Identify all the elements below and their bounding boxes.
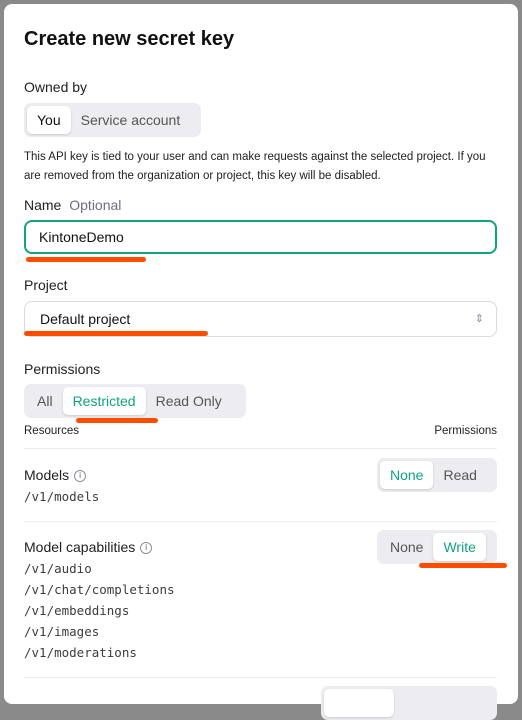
owned-by-service-account-option[interactable]: Service account — [71, 106, 191, 134]
row-divider — [24, 677, 497, 678]
table-header-divider — [24, 448, 497, 449]
owned-by-label: Owned by — [24, 79, 88, 95]
permissions-label: Permissions — [24, 361, 101, 377]
endpoint-path: /v1/models — [24, 489, 100, 504]
permissions-restricted-option[interactable]: Restricted — [62, 387, 146, 415]
annotation-underline — [76, 418, 158, 423]
name-optional-text: Optional — [69, 197, 122, 213]
owned-by-you-option[interactable]: You — [27, 106, 71, 134]
endpoint-path: /v1/embeddings — [24, 603, 130, 618]
endpoint-path: /v1/audio — [24, 561, 92, 576]
owned-by-toggle: You Service account — [24, 103, 201, 137]
annotation-underline — [24, 331, 208, 336]
name-input[interactable]: KintoneDemo — [24, 220, 497, 254]
endpoint-path: /v1/chat/completions — [24, 582, 175, 597]
models-none-option[interactable]: None — [380, 461, 434, 489]
next-permission-toggle — [321, 686, 497, 720]
create-secret-key-dialog: Create new secret key Owned by You Servi… — [4, 4, 518, 720]
next-permission-option[interactable] — [324, 689, 394, 717]
resources-column-header: Resources — [24, 425, 79, 437]
models-permission-toggle: None Read — [377, 458, 497, 492]
annotation-underline — [419, 563, 507, 568]
endpoint-path: /v1/images — [24, 624, 100, 639]
model-capabilities-permission-toggle: None Write — [377, 530, 497, 564]
permissions-read-only-option[interactable]: Read Only — [146, 387, 232, 415]
project-label: Project — [24, 277, 68, 293]
info-icon[interactable]: i — [74, 470, 87, 482]
chevron-up-down-icon: ⇕ — [474, 313, 484, 325]
model-capabilities-write-option[interactable]: Write — [433, 533, 486, 561]
model-capabilities-row-name: Model capabilities — [24, 539, 136, 555]
permissions-column-header: Permissions — [434, 425, 497, 437]
model-capabilities-none-option[interactable]: None — [380, 533, 433, 561]
models-row-title: Models i — [24, 467, 87, 483]
info-icon[interactable]: i — [140, 542, 153, 554]
permissions-toggle: All Restricted Read Only — [24, 384, 246, 418]
row-divider — [24, 521, 497, 522]
models-row-name: Models — [24, 467, 70, 483]
dialog-title: Create new secret key — [24, 28, 235, 50]
project-select-value: Default project — [40, 311, 131, 327]
models-read-option[interactable]: Read — [433, 461, 486, 489]
permissions-all-option[interactable]: All — [27, 387, 63, 415]
annotation-underline — [26, 257, 146, 262]
name-label-text: Name — [24, 197, 62, 213]
owned-by-help-text: This API key is tied to your user and ca… — [24, 151, 486, 182]
endpoint-path: /v1/moderations — [24, 645, 137, 660]
model-capabilities-row-title: Model capabilities i — [24, 539, 153, 555]
name-label: Name Optional — [24, 197, 121, 213]
